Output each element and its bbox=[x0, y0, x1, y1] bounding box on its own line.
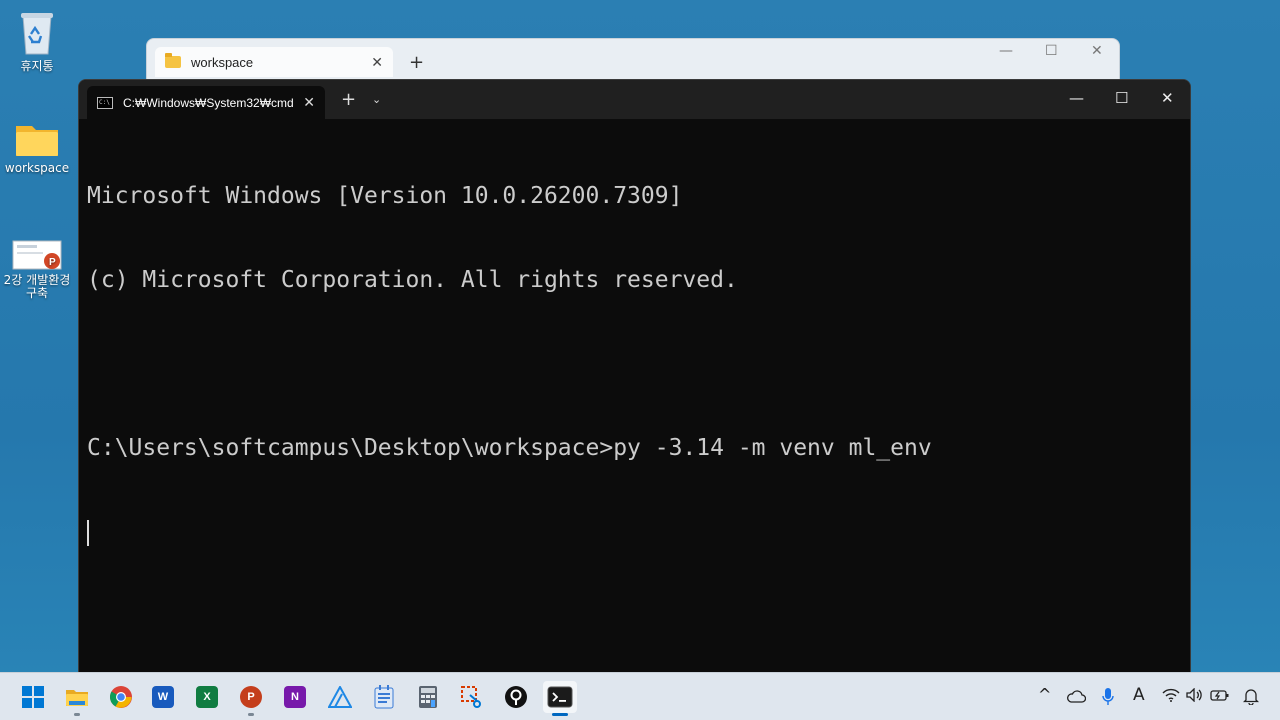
taskbar-terminal[interactable] bbox=[543, 681, 577, 716]
ime-language-indicator[interactable]: A bbox=[1133, 685, 1145, 705]
desktop-icon-recycle-bin[interactable]: 휴지통 bbox=[0, 8, 74, 73]
text-cursor bbox=[87, 519, 89, 546]
terminal-tab-title: C:₩Windows₩System32₩cmd bbox=[123, 95, 294, 110]
taskbar: W X P N ^ A bbox=[0, 672, 1280, 720]
running-indicator bbox=[248, 713, 254, 716]
powerpoint-file-icon: P bbox=[12, 240, 62, 270]
terminal-tab[interactable]: C:\ C:₩Windows₩System32₩cmd ✕ bbox=[87, 86, 325, 119]
close-button[interactable]: ✕ bbox=[1091, 43, 1103, 59]
powerpoint-icon: P bbox=[240, 686, 262, 708]
close-button[interactable]: ✕ bbox=[1161, 89, 1174, 107]
taskbar-powerpoint[interactable]: P bbox=[234, 681, 268, 716]
show-hidden-icons-button[interactable]: ^ bbox=[1038, 685, 1051, 704]
taskbar-snipping-tool[interactable] bbox=[455, 681, 489, 713]
taskbar-file-explorer[interactable] bbox=[60, 681, 94, 716]
chrome-icon bbox=[110, 686, 132, 708]
desktop-icon-label: workspace bbox=[4, 161, 70, 175]
taskbar-app-pin[interactable] bbox=[499, 681, 533, 713]
onedrive-cloud-icon[interactable] bbox=[1066, 689, 1086, 703]
desktop-icon-label: 휴지통 bbox=[20, 59, 54, 73]
close-tab-icon[interactable]: ✕ bbox=[303, 94, 315, 111]
recycle-bin-icon bbox=[21, 13, 53, 55]
explorer-tab-title: workspace bbox=[191, 54, 254, 70]
start-button[interactable] bbox=[16, 681, 50, 713]
microphone-icon[interactable] bbox=[1101, 687, 1115, 707]
minimize-button[interactable]: — bbox=[999, 43, 1013, 59]
terminal-cursor-line[interactable] bbox=[87, 518, 1182, 546]
new-tab-button[interactable]: + bbox=[341, 89, 356, 110]
onenote-icon: N bbox=[284, 686, 306, 708]
calculator-icon bbox=[419, 686, 437, 708]
excel-icon: X bbox=[196, 686, 218, 708]
taskbar-chrome[interactable] bbox=[104, 681, 138, 713]
maximize-button[interactable]: ☐ bbox=[1045, 43, 1058, 59]
active-indicator bbox=[552, 713, 568, 716]
svg-text:P: P bbox=[49, 257, 56, 268]
taskbar-word[interactable]: W bbox=[146, 681, 180, 713]
explorer-tab[interactable]: workspace ✕ bbox=[155, 47, 393, 77]
maximize-button[interactable]: ☐ bbox=[1115, 89, 1128, 107]
snip-icon bbox=[461, 686, 481, 708]
tab-dropdown-button[interactable]: ⌄ bbox=[372, 93, 381, 106]
folder-icon bbox=[165, 53, 181, 68]
new-tab-button[interactable]: + bbox=[409, 52, 424, 73]
terminal-line: C:\Users\softcampus\Desktop\workspace>py… bbox=[87, 435, 932, 461]
terminal-line: (c) Microsoft Corporation. All rights re… bbox=[87, 267, 738, 293]
windows-logo-icon bbox=[22, 686, 44, 708]
terminal-window[interactable]: C:\ C:₩Windows₩System32₩cmd ✕ + ⌄ — ☐ ✕ … bbox=[78, 79, 1191, 673]
volume-icon[interactable] bbox=[1186, 688, 1204, 702]
desktop-icon-ppt-file[interactable]: P 2강 개발환경 구축 bbox=[0, 240, 74, 300]
battery-charging-icon[interactable] bbox=[1210, 688, 1230, 702]
taskbar-app-a[interactable] bbox=[323, 681, 357, 713]
notification-bell-icon[interactable] bbox=[1243, 687, 1259, 705]
terminal-titlebar[interactable]: C:\ C:₩Windows₩System32₩cmd ✕ + ⌄ — ☐ ✕ bbox=[79, 80, 1190, 119]
running-indicator bbox=[74, 713, 80, 716]
taskbar-onenote[interactable]: N bbox=[278, 681, 312, 713]
taskbar-calculator[interactable] bbox=[411, 681, 445, 713]
desktop-icon-workspace-folder[interactable]: workspace bbox=[0, 118, 74, 175]
minimize-button[interactable]: — bbox=[1069, 89, 1084, 107]
word-icon: W bbox=[152, 686, 174, 708]
close-tab-icon[interactable]: ✕ bbox=[371, 54, 383, 71]
terminal-line: Microsoft Windows [Version 10.0.26200.73… bbox=[87, 183, 683, 209]
wifi-icon[interactable] bbox=[1162, 688, 1180, 702]
taskbar-excel[interactable]: X bbox=[190, 681, 224, 713]
folder-icon bbox=[66, 690, 88, 706]
taskbar-notepad[interactable] bbox=[367, 681, 401, 713]
terminal-icon bbox=[547, 686, 573, 708]
desktop-icon-label: 2강 개발환경 구축 bbox=[3, 273, 71, 300]
notepad-icon bbox=[374, 685, 394, 709]
triangle-app-icon bbox=[328, 686, 352, 708]
cmd-icon: C:\ bbox=[97, 96, 113, 109]
terminal-output[interactable]: Microsoft Windows [Version 10.0.26200.73… bbox=[79, 119, 1190, 609]
folder-icon bbox=[16, 126, 58, 156]
pin-app-icon bbox=[505, 686, 527, 708]
